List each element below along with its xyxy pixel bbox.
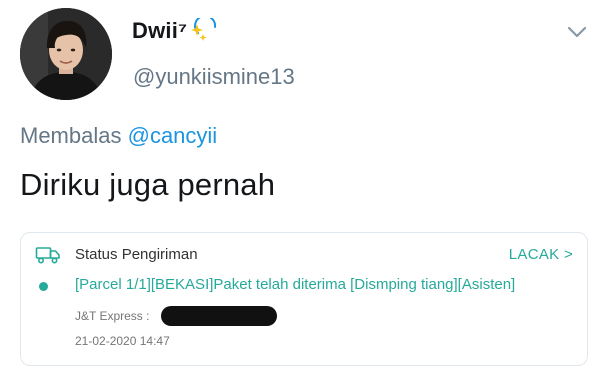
truck-icon [35,247,60,264]
card-title: Status Pengiriman [75,246,198,263]
chevron-down-icon[interactable] [566,24,588,40]
avatar[interactable] [20,8,112,100]
display-name[interactable]: Dwii⁷ [132,18,187,44]
track-link[interactable]: LACAK > [509,246,573,263]
courier-label: J&T Express : [75,309,150,323]
status-detail: [Parcel 1/1][BEKASI]Paket telah diterima… [75,276,516,293]
status-timestamp: 21-02-2020 14:47 [75,334,170,348]
reply-context: Membalas @cancyii [20,123,217,149]
redacted-tracking-number [161,306,277,326]
sparkle-icon [191,18,217,41]
status-dot [39,282,48,291]
reply-prefix: Membalas [20,123,122,148]
author-name-row[interactable]: Dwii⁷ [132,18,219,44]
author-handle[interactable]: @yunkiismine13 [133,64,295,90]
shipment-status-card: Status Pengiriman LACAK > [Parcel 1/1][B… [20,232,588,366]
reply-mention-link[interactable]: @cancyii [128,123,218,148]
tweet-text: Diriku juga pernah [20,167,276,202]
